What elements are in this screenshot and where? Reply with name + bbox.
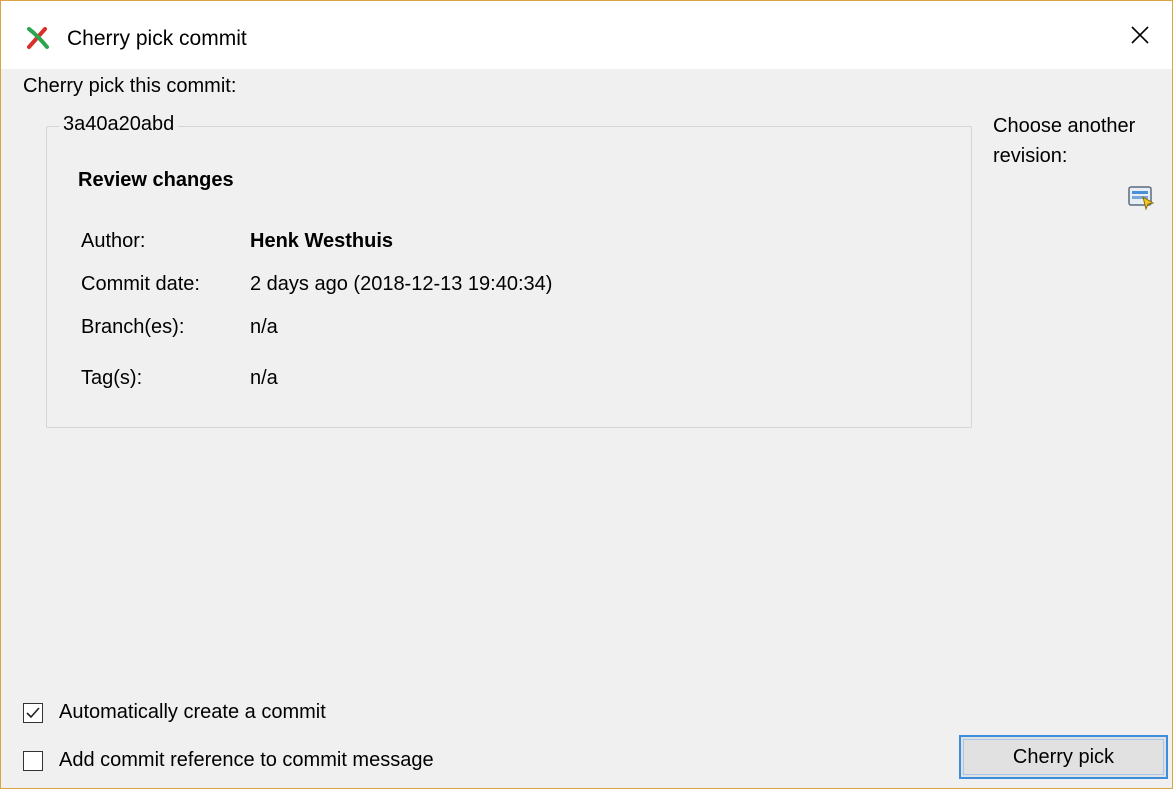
page-heading: Cherry pick this commit: xyxy=(23,75,237,97)
checkmark-icon xyxy=(26,706,40,718)
add-reference-label: Add commit reference to commit message xyxy=(59,749,434,771)
title-bar: Cherry pick commit xyxy=(1,1,1172,69)
auto-commit-option[interactable]: Automatically create a commit xyxy=(23,701,326,724)
close-button[interactable] xyxy=(1108,1,1172,69)
branches-label: Branch(es): xyxy=(81,316,185,338)
close-icon xyxy=(1131,26,1149,44)
cherry-pick-button-label: Cherry pick xyxy=(1012,745,1115,768)
add-reference-checkbox[interactable] xyxy=(23,750,43,771)
auto-commit-checkbox[interactable] xyxy=(23,702,43,723)
cherry-pick-dialog: Cherry pick commit Cherry pick this comm… xyxy=(0,0,1173,789)
commit-hash: 3a40a20abd xyxy=(59,113,179,136)
author-label: Author: xyxy=(81,230,146,252)
add-reference-option[interactable]: Add commit reference to commit message xyxy=(23,749,434,772)
commit-date-value: 2 days ago (2018-12-13 19:40:34) xyxy=(250,273,553,295)
branches-value: n/a xyxy=(250,316,278,338)
choose-revision-button[interactable] xyxy=(1120,177,1162,217)
cherry-pick-button[interactable]: Cherry pick xyxy=(959,735,1168,779)
choose-revision-label: Choose another revision: xyxy=(993,115,1136,167)
revision-picker-icon xyxy=(1128,186,1155,211)
commit-date-label: Commit date: xyxy=(81,273,200,295)
review-changes-title: Review changes xyxy=(78,169,234,191)
auto-commit-label: Automatically create a commit xyxy=(59,701,326,723)
window-title: Cherry pick commit xyxy=(67,27,247,50)
tags-label: Tag(s): xyxy=(81,367,143,389)
tags-value: n/a xyxy=(250,367,278,389)
author-value: Henk Westhuis xyxy=(250,230,393,252)
cherry-pick-icon xyxy=(25,25,51,51)
